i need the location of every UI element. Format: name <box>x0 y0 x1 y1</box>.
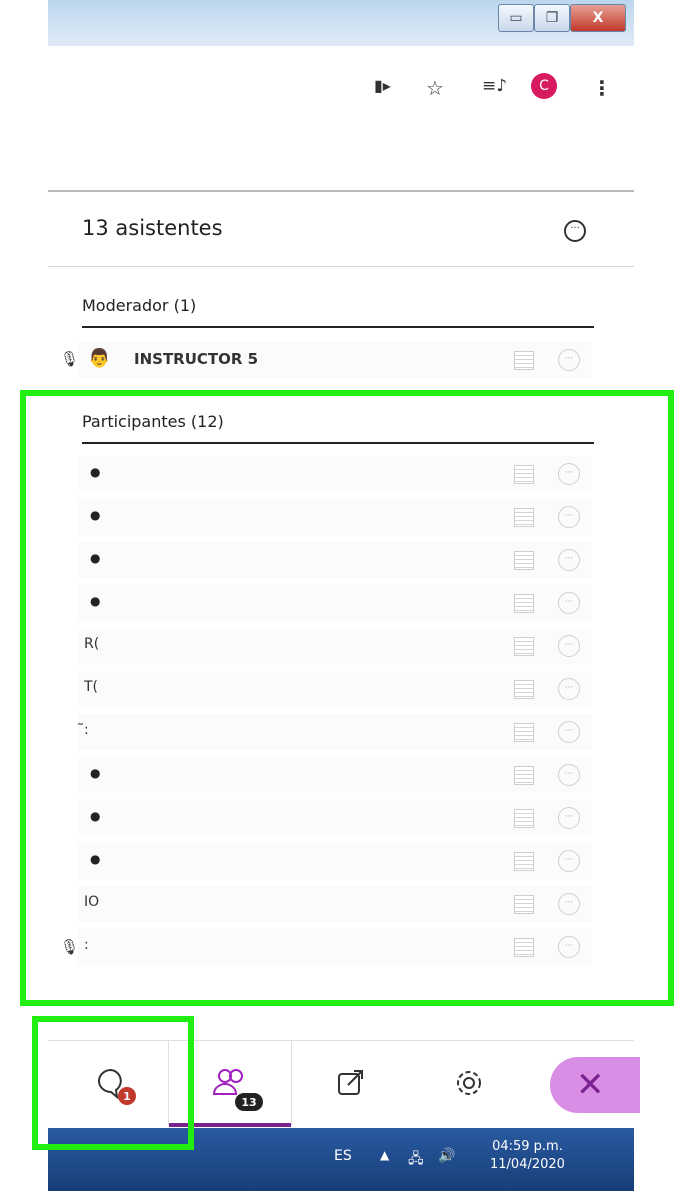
moderator-section-header: Moderador (1) <box>82 296 197 315</box>
close-icon: ✕ <box>576 1065 605 1105</box>
speaker-icon[interactable]: 🔊 <box>438 1148 455 1164</box>
list-icon[interactable] <box>514 351 534 370</box>
more-options-icon[interactable]: ··· <box>558 349 580 371</box>
minimize-button[interactable]: ▭ <box>498 4 534 32</box>
more-options-icon[interactable]: ··· <box>564 220 586 242</box>
clock-time: 04:59 p.m. <box>492 1139 563 1154</box>
section-underline <box>82 326 594 328</box>
playlist-icon[interactable]: ≡♪ <box>482 76 507 96</box>
network-icon[interactable]: 🖧 <box>408 1148 424 1172</box>
star-icon[interactable]: ☆ <box>426 76 444 100</box>
camera-icon[interactable]: ▮▸ <box>374 76 391 95</box>
settings-button[interactable] <box>424 1041 514 1125</box>
share-content-button[interactable] <box>306 1041 396 1125</box>
browser-menu-icon[interactable]: ⋮ <box>592 76 612 100</box>
language-indicator[interactable]: ES <box>334 1148 352 1164</box>
divider <box>48 266 634 267</box>
moderator-name: INSTRUCTOR 5 <box>134 350 259 368</box>
participants-highlight-box <box>20 390 674 1006</box>
page-band <box>48 130 634 192</box>
chat-highlight-box <box>32 1016 194 1150</box>
clock-date: 11/04/2020 <box>490 1157 565 1172</box>
avatar: 👨 <box>88 348 111 369</box>
chevron-up-icon[interactable]: ▲ <box>380 1148 389 1162</box>
panel-title: 13 asistentes <box>82 216 223 240</box>
close-window-button[interactable]: X <box>570 4 626 32</box>
profile-avatar[interactable]: C <box>531 73 557 99</box>
gear-icon <box>457 1071 481 1095</box>
maximize-button[interactable]: ❐ <box>534 4 570 32</box>
leave-session-button[interactable]: ✕ <box>550 1057 640 1113</box>
window-titlebar: ▭ ❐ X <box>48 0 634 46</box>
window-controls: ▭ ❐ X <box>498 4 626 32</box>
system-clock[interactable]: 04:59 p.m. 11/04/2020 <box>490 1138 565 1174</box>
microphone-icon: 🎙 <box>60 350 80 368</box>
moderator-row[interactable]: 👨 INSTRUCTOR 5 ··· <box>78 342 592 378</box>
browser-toolbar: ▮▸ ☆ ≡♪ C ⋮ <box>48 46 634 131</box>
attendees-badge: 13 <box>235 1093 263 1111</box>
share-icon <box>338 1070 363 1095</box>
